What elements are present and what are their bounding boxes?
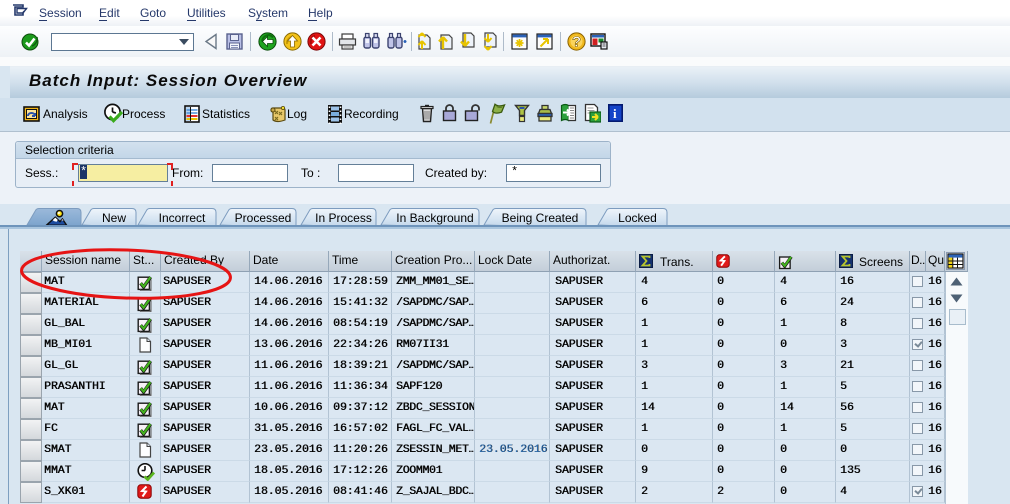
svg-text:New: New bbox=[102, 211, 126, 225]
svg-text:i: i bbox=[613, 106, 617, 121]
svg-text:In Background: In Background bbox=[396, 211, 473, 225]
svg-text:Processed: Processed bbox=[235, 211, 292, 225]
svg-text:Incorrect: Incorrect bbox=[159, 211, 206, 225]
svg-text:In Process: In Process bbox=[315, 211, 372, 225]
svg-text:Being Created: Being Created bbox=[502, 211, 579, 225]
svg-text:?: ? bbox=[572, 34, 581, 51]
svg-text:Locked: Locked bbox=[618, 211, 657, 225]
